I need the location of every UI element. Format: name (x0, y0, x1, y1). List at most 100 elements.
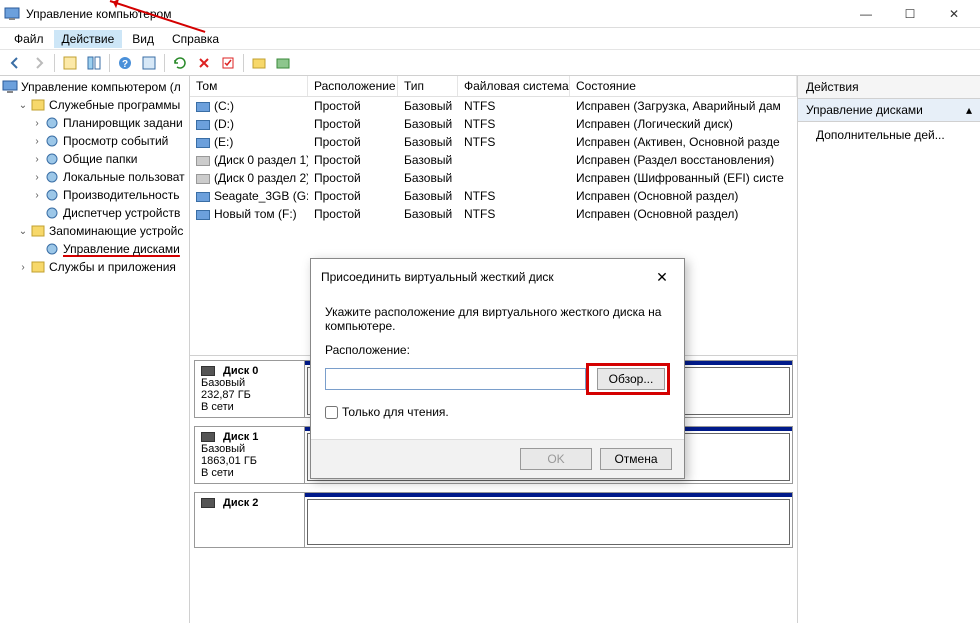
expand-icon[interactable]: › (30, 172, 44, 183)
attach-vhd-dialog: Присоединить виртуальный жесткий диск ✕ … (310, 258, 685, 479)
drive-icon (196, 192, 210, 202)
close-button[interactable]: ✕ (932, 0, 976, 28)
disk-partitions (305, 493, 792, 547)
disk-label: Диск 2 (195, 493, 305, 547)
tree-item-label: Производительность (63, 188, 179, 202)
tree-item[interactable]: › Просмотр событий (2, 132, 187, 150)
toolbar-icon[interactable] (59, 52, 81, 74)
tree-pane: Управление компьютером (л ⌄ Служебные пр… (0, 76, 190, 623)
drive-icon (196, 210, 210, 220)
volume-row[interactable]: (C:) ПростойБазовыйNTFSИсправен (Загрузк… (190, 97, 797, 115)
maximize-button[interactable]: ☐ (888, 0, 932, 28)
tree-item-label: Диспетчер устройств (63, 206, 180, 220)
chevron-up-icon: ▴ (966, 103, 972, 117)
tree-item-icon (44, 241, 60, 257)
dialog-titlebar: Присоединить виртуальный жесткий диск ✕ (311, 259, 684, 295)
tree-item[interactable]: › Общие папки (2, 150, 187, 168)
location-label: Расположение: (325, 343, 670, 357)
volume-row[interactable]: (Диск 0 раздел 1) ПростойБазовыйИсправен… (190, 151, 797, 169)
back-button[interactable] (4, 52, 26, 74)
tree-root[interactable]: Управление компьютером (л (2, 78, 187, 96)
check-icon[interactable] (217, 52, 239, 74)
ok-button[interactable]: OK (520, 448, 592, 470)
actions-item-more[interactable]: Дополнительные дей... (798, 122, 980, 148)
readonly-checkbox[interactable] (325, 406, 338, 419)
disk-row[interactable]: Диск 2 (194, 492, 793, 548)
tree-item[interactable]: › Службы и приложения (2, 258, 187, 276)
tree-item[interactable]: › Локальные пользоват (2, 168, 187, 186)
readonly-checkbox-row[interactable]: Только для чтения. (325, 405, 670, 419)
toolbar-icon[interactable] (83, 52, 105, 74)
volume-row[interactable]: Новый том (F:) ПростойБазовыйNTFSИсправе… (190, 205, 797, 223)
computer-icon (2, 79, 18, 95)
disk-icon (201, 366, 215, 376)
cancel-button[interactable]: Отмена (600, 448, 672, 470)
tree-item-icon (44, 169, 60, 185)
tree-item[interactable]: Диспетчер устройств (2, 204, 187, 222)
tree-item-icon (30, 97, 46, 113)
minimize-button[interactable]: — (844, 0, 888, 28)
svg-text:?: ? (122, 59, 128, 70)
expand-icon[interactable]: ⌄ (16, 226, 30, 237)
volume-row[interactable]: (Диск 0 раздел 2) ПростойБазовыйИсправен… (190, 169, 797, 187)
refresh-icon[interactable] (169, 52, 191, 74)
readonly-label: Только для чтения. (342, 405, 449, 419)
actions-section[interactable]: Управление дисками ▴ (798, 99, 980, 122)
tree-item[interactable]: ⌄ Служебные программы (2, 96, 187, 114)
tree-item-icon (44, 133, 60, 149)
forward-button[interactable] (28, 52, 50, 74)
drive-icon (196, 138, 210, 148)
tree-item[interactable]: › Производительность (2, 186, 187, 204)
col-volume[interactable]: Том (190, 76, 308, 96)
tree-item-label: Локальные пользоват (63, 170, 185, 184)
expand-icon[interactable]: › (30, 118, 44, 129)
expand-icon[interactable]: › (16, 262, 30, 273)
col-state[interactable]: Состояние (570, 76, 797, 96)
browse-button[interactable]: Обзор... (597, 368, 665, 390)
drive-icon (196, 174, 210, 184)
col-type[interactable]: Тип (398, 76, 458, 96)
disk-label: Диск 0 Базовый232,87 ГБВ сети (195, 361, 305, 417)
tree-item-label: Планировщик задани (63, 116, 183, 130)
dialog-title: Присоединить виртуальный жесткий диск (321, 270, 554, 284)
help-icon[interactable]: ? (114, 52, 136, 74)
partition[interactable] (307, 499, 790, 545)
col-layout[interactable]: Расположение (308, 76, 398, 96)
tree-item-icon (44, 205, 60, 221)
dialog-instruction: Укажите расположение для виртуального же… (325, 305, 670, 333)
tree-item[interactable]: › Планировщик задани (2, 114, 187, 132)
delete-icon[interactable] (193, 52, 215, 74)
drive-icon (196, 102, 210, 112)
volume-header: Том Расположение Тип Файловая система Со… (190, 76, 797, 97)
tree-item-icon (30, 259, 46, 275)
location-input[interactable] (325, 368, 586, 390)
tree-label: Управление компьютером (л (21, 80, 181, 94)
tree-item-label: Служебные программы (49, 98, 180, 112)
disk-icon (201, 498, 215, 508)
tree-item-icon (30, 223, 46, 239)
menu-help[interactable]: Справка (164, 30, 227, 48)
disk-label: Диск 1 Базовый1863,01 ГБВ сети (195, 427, 305, 483)
col-filesystem[interactable]: Файловая система (458, 76, 570, 96)
tree-item[interactable]: Управление дисками (2, 240, 187, 258)
window-controls: — ☐ ✕ (844, 0, 976, 28)
toolbar: ? (0, 50, 980, 76)
expand-icon[interactable]: › (30, 154, 44, 165)
toolbar-icon[interactable] (248, 52, 270, 74)
expand-icon[interactable]: › (30, 136, 44, 147)
volume-row[interactable]: (E:) ПростойБазовыйNTFSИсправен (Активен… (190, 133, 797, 151)
drive-icon (196, 120, 210, 130)
menu-view[interactable]: Вид (124, 30, 162, 48)
volume-row[interactable]: (D:) ПростойБазовыйNTFSИсправен (Логичес… (190, 115, 797, 133)
app-icon (4, 6, 20, 22)
menu-file[interactable]: Файл (6, 30, 52, 48)
toolbar-icon[interactable] (272, 52, 294, 74)
expand-icon[interactable]: › (30, 190, 44, 201)
tree-item-label: Управление дисками (63, 242, 180, 256)
expand-icon[interactable]: ⌄ (16, 100, 30, 111)
tree-item[interactable]: ⌄ Запоминающие устройс (2, 222, 187, 240)
dialog-close-button[interactable]: ✕ (650, 265, 674, 289)
menu-action[interactable]: Действие (54, 30, 123, 48)
volume-row[interactable]: Seagate_3GB (G:) ПростойБазовыйNTFSИспра… (190, 187, 797, 205)
toolbar-icon[interactable] (138, 52, 160, 74)
